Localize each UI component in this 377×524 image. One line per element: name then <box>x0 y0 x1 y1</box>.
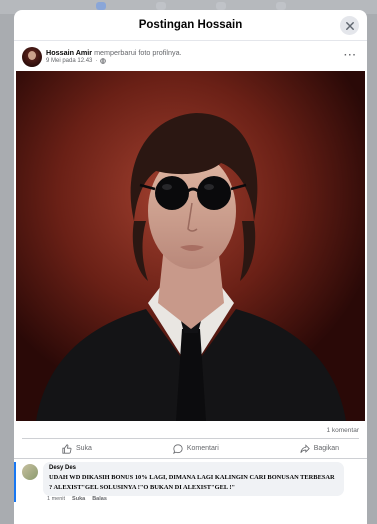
comment-button[interactable]: Komentari <box>143 443 249 454</box>
post-date[interactable]: 9 Mei pada 12.43 <box>46 58 92 64</box>
portrait-illustration <box>16 71 365 421</box>
separator-dot: · <box>95 58 98 64</box>
share-label: Bagikan <box>313 445 339 452</box>
like-label: Suka <box>76 445 92 452</box>
new-comment-marker <box>14 462 16 502</box>
comment-meta: 1 menit Suka Balas <box>47 496 107 502</box>
comment-count[interactable]: 1 komentar <box>326 427 359 434</box>
more-options-button[interactable]: ··· <box>344 50 357 61</box>
comment-author[interactable]: Desy Des <box>49 465 338 471</box>
comment-text: UDAH WD DIKASIH BONUS 10% LAGI, DIMANA L… <box>49 474 335 491</box>
post-action-text: memperbarui foto profilnya. <box>92 48 182 57</box>
friends-nav-icon <box>156 2 166 10</box>
close-icon <box>345 21 354 30</box>
close-button[interactable] <box>340 16 359 35</box>
comment-icon <box>172 443 183 454</box>
author-avatar[interactable] <box>22 47 42 67</box>
post-modal: Postingan Hossain Hossain Amir memperbar… <box>14 10 367 524</box>
like-button[interactable]: Suka <box>22 443 122 454</box>
comment-time[interactable]: 1 menit <box>47 496 65 502</box>
globe-icon <box>100 58 107 64</box>
post-title-line: Hossain Amir memperbarui foto profilnya. <box>46 48 182 57</box>
share-icon <box>300 443 310 453</box>
post-header: Hossain Amir memperbarui foto profilnya.… <box>14 41 367 71</box>
comment-reply-link[interactable]: Balas <box>92 496 107 502</box>
comment-label: Komentari <box>186 445 219 452</box>
commenter-avatar[interactable] <box>22 464 38 480</box>
home-nav-icon <box>96 2 106 10</box>
modal-title: Postingan Hossain <box>138 19 243 31</box>
groups-nav-icon <box>276 2 286 10</box>
comment-like-link[interactable]: Suka <box>72 496 85 502</box>
modal-header: Postingan Hossain <box>14 10 367 41</box>
comment-bubble: Desy Des UDAH WD DIKASIH BONUS 10% LAGI,… <box>43 462 344 496</box>
watch-nav-icon <box>216 2 226 10</box>
post-meta: 9 Mei pada 12.43 · <box>46 58 107 64</box>
comments-section: Desy Des UDAH WD DIKASIH BONUS 10% LAGI,… <box>14 458 367 524</box>
post-actions: Suka Komentari Bagikan <box>22 438 359 458</box>
share-button[interactable]: Bagikan <box>270 443 359 454</box>
post-author-name[interactable]: Hossain Amir <box>46 48 92 57</box>
thumbs-up-icon <box>62 443 72 454</box>
profile-photo[interactable] <box>16 71 365 421</box>
